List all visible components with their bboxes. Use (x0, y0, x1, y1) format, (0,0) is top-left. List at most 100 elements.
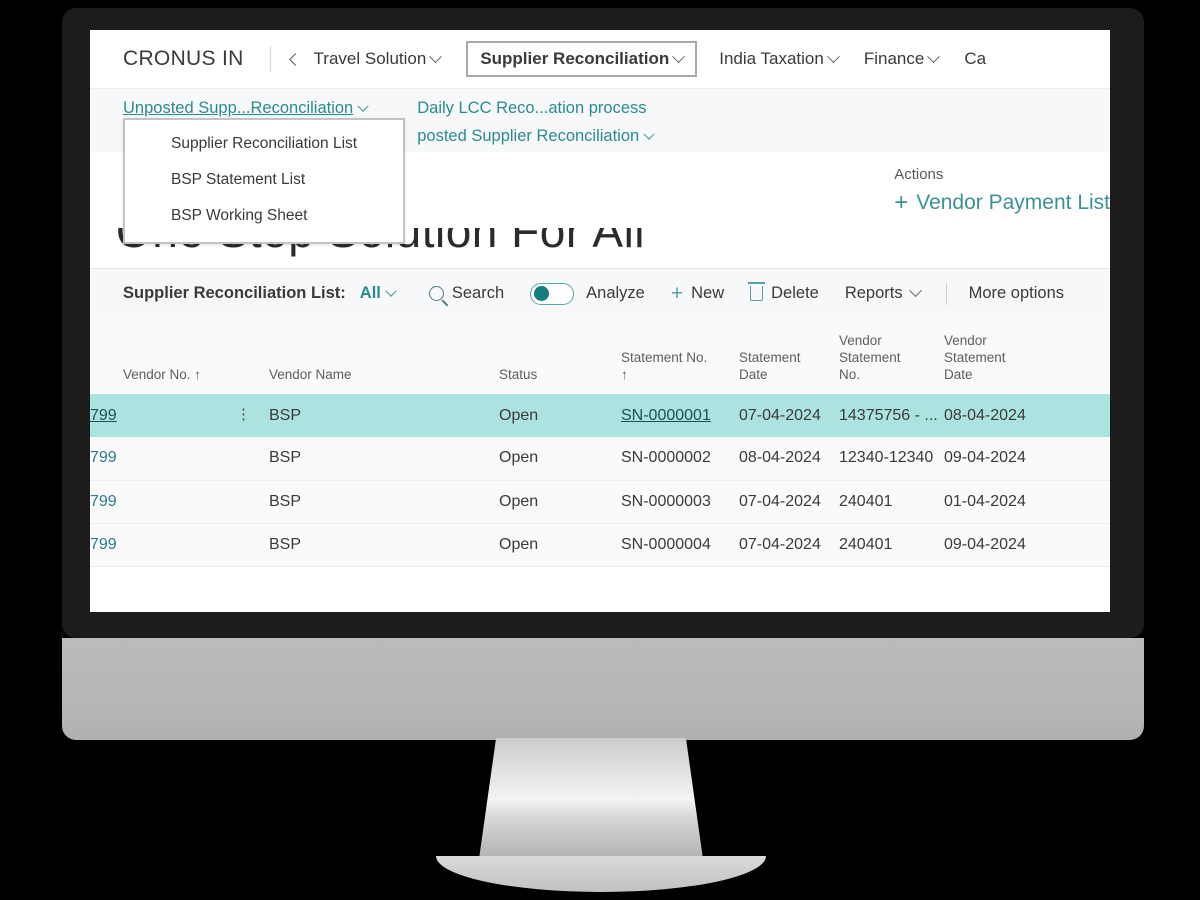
cell-status[interactable]: Open (499, 394, 621, 437)
search-button[interactable]: Search (428, 284, 505, 303)
table-row[interactable]: 799 BSP Open SN-0000004 07-04-2024 240401 09-0… (90, 523, 1110, 567)
cell-value: 799 (90, 535, 117, 553)
column-header-statement_no[interactable]: Statement No. ↑ (621, 318, 739, 394)
cell-statement_no[interactable]: SN-0000003 (621, 480, 739, 524)
cell-value: 09-04-2024 (944, 535, 1026, 553)
cell-status[interactable]: Open (499, 523, 621, 567)
column-header-vendor_no[interactable]: Vendor No. ↑ (90, 318, 269, 394)
cell-statement_no[interactable]: SN-0000004 (621, 523, 739, 567)
column-header-vendor_stmt_no[interactable]: Vendor Statement No. (839, 318, 944, 394)
column-header-label: Status (499, 367, 538, 383)
cell-vendor_no[interactable]: 799 (90, 480, 269, 524)
cell-vendor_name[interactable]: BSP (269, 437, 499, 481)
cell-vendor_no[interactable]: 799 ⋮ (90, 394, 269, 437)
cell-status[interactable]: Open (499, 437, 621, 481)
unposted-supplier-reconciliation-dropdown[interactable]: Supplier Reconciliation List BSP Statemen… (123, 118, 405, 244)
cell-vendor_stmt_date[interactable]: 09-04-2024 (944, 523, 1110, 567)
column-header-vendor_name[interactable]: Vendor Name (269, 318, 499, 394)
cell-vendor_stmt_no[interactable]: 14375756 - ... (839, 394, 944, 437)
cell-statement_no[interactable]: SN-0000001 (621, 394, 739, 437)
column-header-status[interactable]: Status (499, 318, 621, 394)
dropdown-item[interactable]: BSP Working Sheet (125, 198, 403, 234)
more-options-label: More options (968, 284, 1065, 302)
table-header-row: Vendor No. ↑ Vendor Name Status Statement N… (90, 318, 1110, 394)
nav-item-label: Supplier Reconciliation (480, 49, 670, 68)
cell-vendor_stmt_date[interactable]: 01-04-2024 (944, 480, 1110, 524)
nav-item-supplier-reconciliation[interactable]: Supplier Reconciliation (466, 41, 698, 77)
cell-value: 07-04-2024 (739, 535, 821, 553)
cell-vendor_stmt_no[interactable]: 12340-12340 (839, 437, 944, 481)
table-row[interactable]: 799 ⋮ BSP Open SN-0000001 07-04-2024 14375756 … (90, 394, 1110, 437)
list-toolbar: Supplier Reconciliation List: All Search… (90, 268, 1110, 318)
column-header-label: Vendor No. ↑ (123, 367, 202, 383)
reports-dropdown[interactable]: Reports (845, 284, 922, 303)
column-header-label: Statement No. ↑ (621, 350, 708, 383)
vendor-payment-list-button[interactable]: + Vendor Payment List (894, 191, 1110, 215)
cell-value: 799 (90, 492, 117, 510)
new-button[interactable]: + New (671, 283, 724, 304)
cell-vendor_stmt_no[interactable]: 240401 (839, 480, 944, 524)
table-area: Vendor No. ↑ Vendor Name Status Statement N… (90, 318, 1110, 567)
cell-value: 12340-12340 (839, 449, 934, 467)
trash-icon (748, 282, 766, 301)
cell-vendor_stmt_date[interactable]: 08-04-2024 (944, 394, 1110, 437)
view-filter-dropdown[interactable]: All (360, 284, 397, 303)
dropdown-item[interactable]: Supplier Reconciliation List (125, 126, 403, 162)
cell-vendor_name[interactable]: BSP (269, 480, 499, 524)
cell-value: SN-0000002 (621, 449, 711, 467)
table-row[interactable]: 799 BSP Open SN-0000003 07-04-2024 240401 01-0… (90, 480, 1110, 524)
cell-value: Open (499, 492, 539, 510)
cell-statement_date[interactable]: 07-04-2024 (739, 523, 839, 567)
column-header-statement_date[interactable]: Statement Date (739, 318, 839, 394)
cell-value: Open (499, 535, 539, 553)
cell-value: 240401 (839, 492, 893, 510)
cell-statement_date[interactable]: 07-04-2024 (739, 480, 839, 524)
more-options-button[interactable]: More options (969, 284, 1064, 303)
cell-statement_date[interactable]: 08-04-2024 (739, 437, 839, 481)
search-label: Search (451, 284, 505, 302)
chevron-left-icon (288, 52, 302, 66)
nav-item-finance[interactable]: Finance (863, 49, 941, 69)
cell-value: 08-04-2024 (944, 406, 1026, 424)
cell-vendor_no[interactable]: 799 (90, 437, 269, 481)
table-row[interactable]: 799 BSP Open SN-0000002 08-04-2024 12340-1234… (90, 437, 1110, 481)
cell-statement_no[interactable]: SN-0000002 (621, 437, 739, 481)
subnav-link-daily-lcc-reconciliation-process[interactable]: Daily LCC Reco...ation process (417, 99, 653, 118)
nav-item-india-taxation[interactable]: India Taxation (719, 49, 840, 69)
cell-value: BSP (269, 492, 302, 510)
cell-value: SN-0000004 (621, 535, 711, 553)
chevron-down-icon (643, 128, 655, 140)
delete-button[interactable]: Delete (748, 282, 819, 303)
cell-status[interactable]: Open (499, 480, 621, 524)
cell-value: 09-04-2024 (944, 449, 1026, 467)
cell-vendor_name[interactable]: BSP (269, 394, 499, 437)
chevron-down-icon (826, 49, 840, 63)
analyze-label-wrap[interactable]: Analyze (586, 284, 645, 303)
cell-value: 799 (90, 406, 117, 424)
dropdown-item[interactable]: BSP Statement List (125, 162, 403, 198)
column-header-label: Vendor Statement Date (944, 333, 1006, 383)
monitor-stand-base (436, 856, 766, 892)
subnav-link-posted-supplier-reconciliation[interactable]: posted Supplier Reconciliation (417, 127, 655, 146)
cell-vendor_name[interactable]: BSP (269, 523, 499, 567)
analyze-label: Analyze (586, 284, 645, 302)
nav-item-ca-truncated[interactable]: Ca (964, 49, 986, 69)
vendor-payment-list-label: Vendor Payment List (916, 191, 1110, 214)
cell-vendor_stmt_date[interactable]: 09-04-2024 (944, 437, 1110, 481)
cell-statement_date[interactable]: 07-04-2024 (739, 394, 839, 437)
company-name: CRONUS IN (123, 47, 244, 70)
cell-value: 07-04-2024 (739, 406, 821, 424)
nav-item-label: Finance (863, 49, 925, 68)
cell-vendor_stmt_no[interactable]: 240401 (839, 523, 944, 567)
column-header-vendor_stmt_date[interactable]: Vendor Statement Date (944, 318, 1110, 394)
subnav-link-unposted-supplier-reconciliation[interactable]: Unposted Supp...Reconciliation (123, 99, 369, 118)
analyze-toggle[interactable] (530, 282, 575, 305)
nav-item-travel-solution[interactable]: Travel Solution (288, 49, 443, 69)
column-header-label: Statement Date (739, 350, 801, 383)
plus-icon: + (894, 189, 909, 216)
table-header: Vendor No. ↑ Vendor Name Status Statement N… (90, 318, 1110, 394)
cell-value: BSP (269, 535, 302, 553)
cell-vendor_no[interactable]: 799 (90, 523, 269, 567)
ellipsis-vertical-icon[interactable]: ⋮ (236, 407, 251, 422)
cell-value: 01-04-2024 (944, 492, 1026, 510)
